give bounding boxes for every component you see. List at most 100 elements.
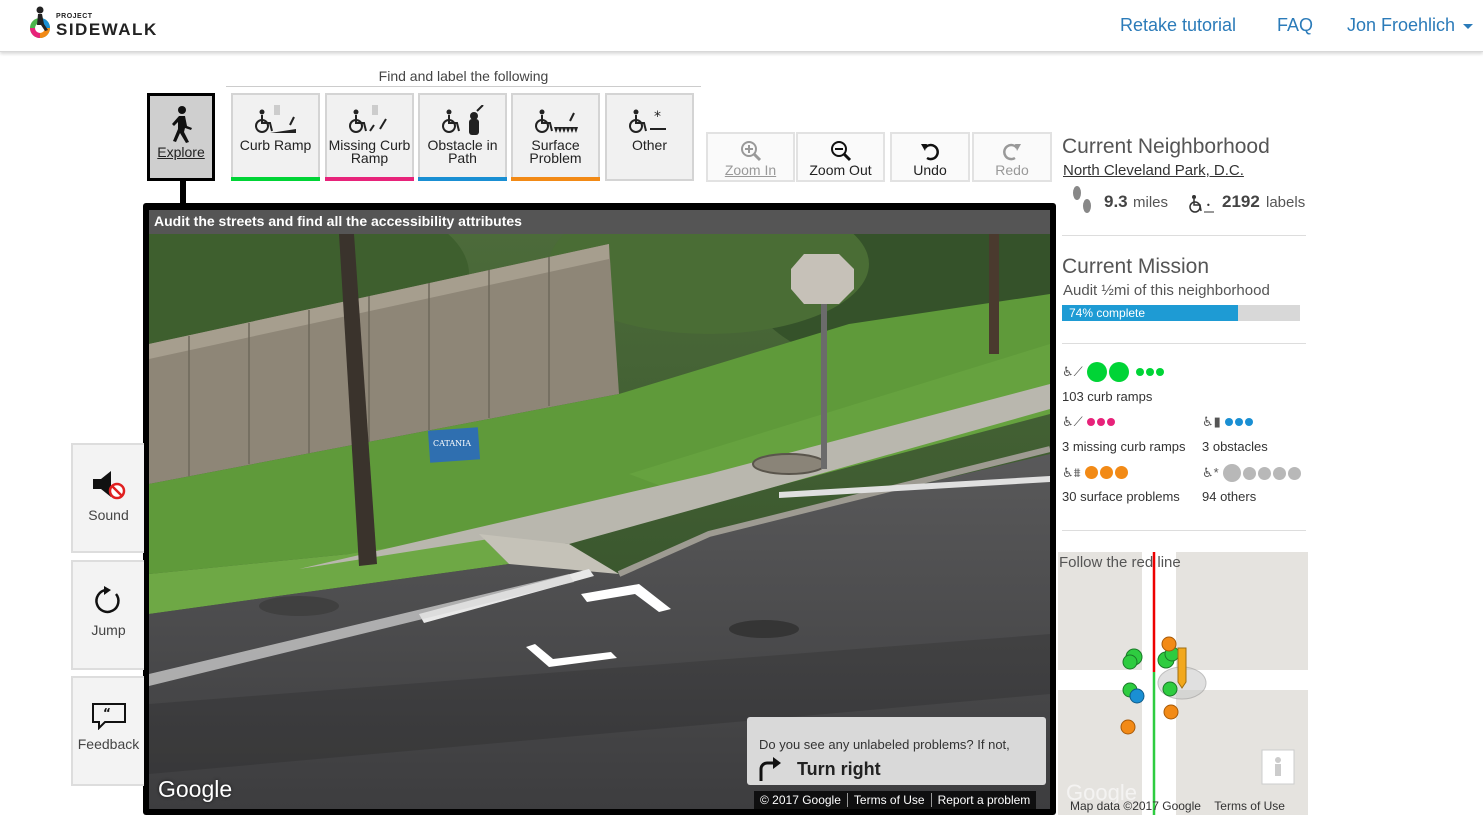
count-dot [1223, 464, 1242, 482]
miles-unit: miles [1133, 194, 1169, 211]
street-view-footer: © 2017 Google Terms of Use Report a prob… [754, 791, 1037, 809]
chevron-down-icon [1463, 23, 1474, 29]
curb-ramp-small-icon: ♿⟋ [1062, 364, 1083, 380]
top-navbar: PROJECT SIDEWALK Retake tutorial FAQ Jon… [0, 0, 1483, 52]
obstacle-label: Obstacle in Path [427, 137, 498, 166]
count-dot [1100, 466, 1114, 480]
zoom-out-button[interactable]: Zoom Out [796, 132, 885, 182]
user-menu[interactable]: Jon Froehlich [1347, 15, 1474, 36]
svg-text:*: * [654, 109, 661, 125]
sound-label: Sound [88, 507, 129, 523]
explore-label: Explore [157, 144, 205, 160]
count-dot [1087, 362, 1108, 382]
other-label: Other [631, 137, 667, 153]
catania-sign-text: CATANIA [433, 439, 471, 448]
turn-right-arrow-icon [759, 757, 781, 781]
obstacle-small-icon: ♿▮ [1202, 414, 1221, 429]
missing-curb-ramp-count: ♿⟋ [1062, 413, 1117, 431]
undo-icon [921, 143, 939, 161]
jump-button[interactable]: Jump [71, 560, 144, 670]
obstacle-in-path-button[interactable]: Obstacle in Path [418, 93, 507, 181]
count-dot [1135, 368, 1144, 376]
curb-ramp-count-text: 103 curb ramps [1062, 389, 1153, 404]
undo-label: Undo [913, 162, 947, 178]
curb-ramp-icon [254, 105, 296, 133]
feedback-icon: “ [91, 703, 126, 730]
report-problem-link[interactable]: Report a problem [932, 793, 1037, 807]
other-small-icon: ♿* [1202, 465, 1219, 481]
count-dot [1245, 417, 1254, 426]
missing-curb-ramp-small-icon: ♿⟋ [1062, 414, 1083, 429]
jump-label: Jump [91, 622, 126, 638]
surface-problem-count-text: 30 surface problems [1062, 489, 1180, 504]
redo-icon [1003, 143, 1021, 161]
footprints-icon [1073, 186, 1091, 213]
mission-progress-bar: 74% complete [1062, 305, 1300, 321]
undo-button[interactable]: Undo [890, 132, 970, 182]
faq-link[interactable]: FAQ [1277, 15, 1313, 36]
surface-problem-count: ♿⩩ [1062, 464, 1130, 482]
label-toolbar-title: Find and label the following [226, 68, 701, 87]
wheelchair-label-icon: • [1189, 195, 1214, 213]
surface-problem-button[interactable]: Surface Problem [511, 93, 600, 181]
count-dot [1115, 466, 1129, 480]
count-dot [1097, 417, 1106, 426]
neighborhood-name-link[interactable]: North Cleveland Park, D.C. [1063, 162, 1244, 179]
sound-button[interactable]: Sound [71, 443, 144, 553]
other-count-text: 94 others [1202, 489, 1257, 504]
project-sidewalk-logo[interactable]: PROJECT SIDEWALK [26, 4, 166, 44]
surface-problem-small-icon: ♿⩩ [1062, 465, 1081, 480]
copyright-text: © 2017 Google [754, 793, 848, 807]
count-dot [1109, 362, 1130, 382]
missing-curb-ramp-color-bar [325, 177, 414, 181]
count-dot [1145, 368, 1154, 376]
minimap[interactable] [1058, 552, 1308, 815]
mission-subtitle: Audit ½mi of this neighborhood [1063, 282, 1270, 299]
terms-of-use-link[interactable]: Terms of Use [848, 793, 932, 807]
missing-curb-ramp-count-text: 3 missing curb ramps [1062, 439, 1186, 454]
zoom-in-button[interactable]: Zoom In [706, 132, 795, 182]
feedback-button[interactable]: “ Feedback [71, 676, 144, 786]
count-dot [1258, 466, 1272, 480]
feedback-label: Feedback [77, 736, 140, 752]
minimap-terms-link[interactable]: Terms of Use [1214, 799, 1285, 813]
count-dot [1273, 466, 1287, 480]
explore-mode-button[interactable]: Explore [147, 93, 215, 181]
jump-icon [94, 586, 120, 614]
google-logo: Google [158, 776, 233, 802]
count-dot [1225, 417, 1234, 426]
missing-curb-ramp-icon [348, 105, 387, 133]
obstacle-count: ♿▮ [1202, 413, 1255, 431]
svg-text:“: “ [103, 706, 111, 720]
missing-curb-ramp-button[interactable]: Missing Curb Ramp [325, 93, 414, 181]
turn-hint-action: Turn right [797, 759, 881, 779]
panel-divider [1062, 530, 1306, 531]
mission-progress-text: 74% complete [1069, 306, 1146, 320]
count-dot [1235, 417, 1244, 426]
other-label-button[interactable]: * Other [605, 93, 694, 181]
miles-value: 9.3 [1104, 192, 1128, 211]
zoom-out-label: Zoom Out [809, 162, 872, 178]
curb-ramp-count: ♿⟋ [1062, 362, 1166, 382]
logo-big-text: SIDEWALK [56, 20, 158, 39]
count-dot [1087, 417, 1096, 426]
obstacle-color-bar [418, 177, 507, 181]
other-count: ♿* [1202, 464, 1312, 482]
explore-connector [180, 181, 186, 205]
surface-problem-icon [534, 109, 578, 133]
minimap-footer: Map data ©2017 Google Terms of Use [1070, 799, 1285, 813]
obstacle-icon [441, 105, 484, 135]
labels-value: 2192 [1222, 192, 1260, 211]
surface-problem-color-bar [511, 177, 600, 181]
logo-mark-icon [30, 6, 50, 38]
current-mission-heading: Current Mission [1062, 255, 1210, 278]
curb-ramp-button[interactable]: Curb Ramp [231, 93, 320, 181]
turn-hint-box: Do you see any unlabeled problems? If no… [747, 717, 1046, 785]
count-dot [1288, 466, 1302, 480]
count-dot [1107, 417, 1116, 426]
count-dot [1155, 368, 1164, 376]
curb-ramp-label: Curb Ramp [239, 137, 312, 153]
redo-label: Redo [995, 162, 1029, 178]
retake-tutorial-link[interactable]: Retake tutorial [1120, 15, 1236, 36]
redo-button[interactable]: Redo [972, 132, 1052, 182]
